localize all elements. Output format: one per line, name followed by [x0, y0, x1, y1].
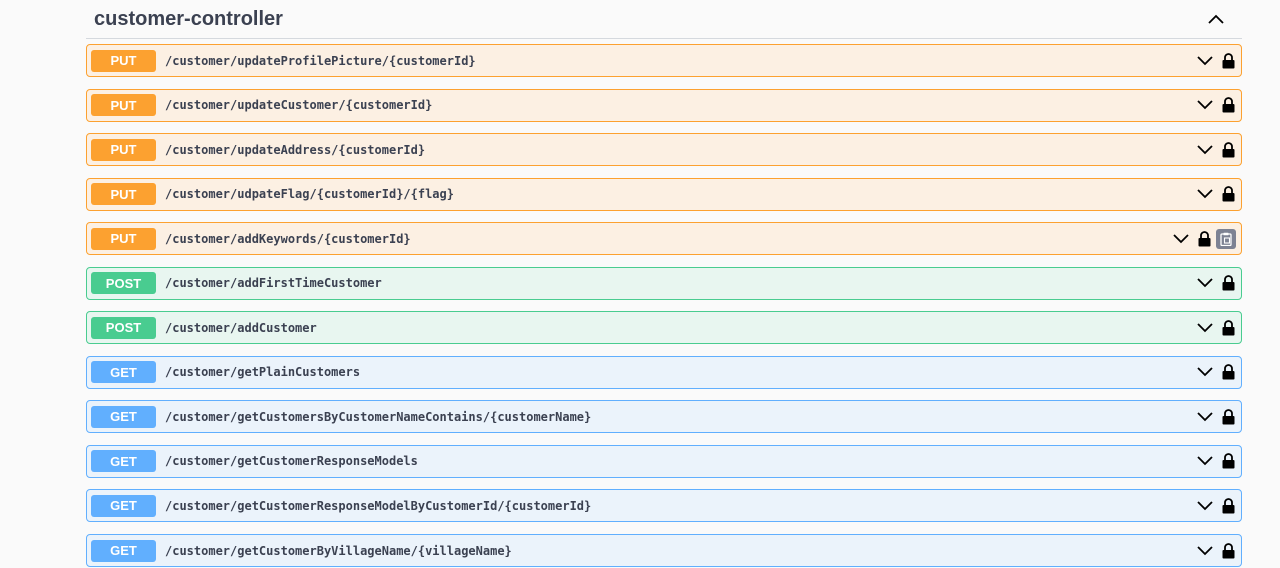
copy-to-clipboard-icon[interactable]	[1216, 228, 1236, 249]
method-badge: GET	[91, 539, 156, 562]
operation-row[interactable]: GET /customer/getCustomersByCustomerName…	[86, 400, 1242, 434]
operation-path: /customer/getPlainCustomers	[165, 365, 361, 380]
chevron-down-icon[interactable]	[1196, 497, 1214, 515]
method-badge: PUT	[91, 94, 156, 117]
chevron-down-icon[interactable]	[1196, 185, 1214, 203]
section-title: customer-controller	[94, 8, 283, 30]
chevron-down-icon[interactable]	[1196, 52, 1214, 70]
method-badge: PUT	[91, 138, 156, 161]
lock-icon[interactable]	[1197, 230, 1211, 248]
lock-icon[interactable]	[1221, 96, 1235, 114]
chevron-up-icon[interactable]	[1202, 5, 1230, 33]
operation-path: /customer/getCustomerByVillageName/{vill…	[165, 543, 512, 558]
operation-row[interactable]: POST /customer/addFirstTimeCustomer	[86, 266, 1242, 300]
lock-icon[interactable]	[1221, 542, 1235, 560]
method-badge: GET	[91, 450, 156, 473]
method-badge: PUT	[91, 227, 156, 250]
chevron-down-icon[interactable]	[1196, 141, 1214, 159]
operation-row[interactable]: PUT /customer/addKeywords/{customerId}	[86, 222, 1242, 256]
lock-icon[interactable]	[1221, 52, 1235, 70]
chevron-down-icon[interactable]	[1196, 319, 1214, 337]
operation-path: /customer/updateCustomer/{customerId}	[165, 98, 433, 113]
chevron-down-icon[interactable]	[1196, 363, 1214, 381]
lock-icon[interactable]	[1221, 185, 1235, 203]
operation-row[interactable]: GET /customer/getCustomerResponseModels	[86, 444, 1242, 478]
chevron-down-icon[interactable]	[1196, 96, 1214, 114]
method-badge: GET	[91, 361, 156, 384]
chevron-down-icon[interactable]	[1172, 230, 1190, 248]
operation-path: /customer/updateAddress/{customerId}	[165, 142, 426, 157]
method-badge: PUT	[91, 49, 156, 72]
chevron-down-icon[interactable]	[1196, 274, 1214, 292]
operation-row[interactable]: GET /customer/getPlainCustomers	[86, 355, 1242, 389]
swagger-page: customer-controller PUT /customer/update…	[0, 0, 1280, 568]
operation-row[interactable]: POST /customer/addCustomer	[86, 311, 1242, 345]
lock-icon[interactable]	[1221, 497, 1235, 515]
operation-path: /customer/getCustomersByCustomerNameCont…	[165, 409, 592, 424]
method-badge: POST	[91, 272, 156, 295]
lock-icon[interactable]	[1221, 452, 1235, 470]
operation-path: /customer/addKeywords/{customerId}	[165, 231, 411, 246]
lock-icon[interactable]	[1221, 319, 1235, 337]
method-badge: PUT	[91, 183, 156, 206]
operation-row[interactable]: PUT /customer/updateAddress/{customerId}	[86, 133, 1242, 167]
operation-path: /customer/udpateFlag/{customerId}/{flag}	[165, 187, 454, 202]
lock-icon[interactable]	[1221, 274, 1235, 292]
operation-path: /customer/getCustomerResponseModelByCust…	[165, 498, 592, 513]
method-badge: POST	[91, 316, 156, 339]
chevron-down-icon[interactable]	[1196, 408, 1214, 426]
method-badge: GET	[91, 405, 156, 428]
operation-path: /customer/updateProfilePicture/{customer…	[165, 53, 476, 68]
operation-path: /customer/addFirstTimeCustomer	[165, 276, 382, 291]
operations-list: PUT /customer/updateProfilePicture/{cust…	[86, 44, 1242, 568]
operation-path: /customer/addCustomer	[165, 320, 317, 335]
chevron-down-icon[interactable]	[1196, 542, 1214, 560]
operation-row[interactable]: PUT /customer/udpateFlag/{customerId}/{f…	[86, 177, 1242, 211]
operation-row[interactable]: PUT /customer/updateProfilePicture/{cust…	[86, 44, 1242, 77]
lock-icon[interactable]	[1221, 408, 1235, 426]
operation-row[interactable]: GET /customer/getCustomerResponseModelBy…	[86, 489, 1242, 523]
operation-row[interactable]: PUT /customer/updateCustomer/{customerId…	[86, 88, 1242, 122]
method-badge: GET	[91, 494, 156, 517]
section-header[interactable]: customer-controller	[86, 0, 1242, 39]
chevron-down-icon[interactable]	[1196, 452, 1214, 470]
operation-path: /customer/getCustomerResponseModels	[165, 454, 418, 469]
operation-row[interactable]: GET /customer/getCustomerByVillageName/{…	[86, 534, 1242, 568]
lock-icon[interactable]	[1221, 363, 1235, 381]
lock-icon[interactable]	[1221, 141, 1235, 159]
